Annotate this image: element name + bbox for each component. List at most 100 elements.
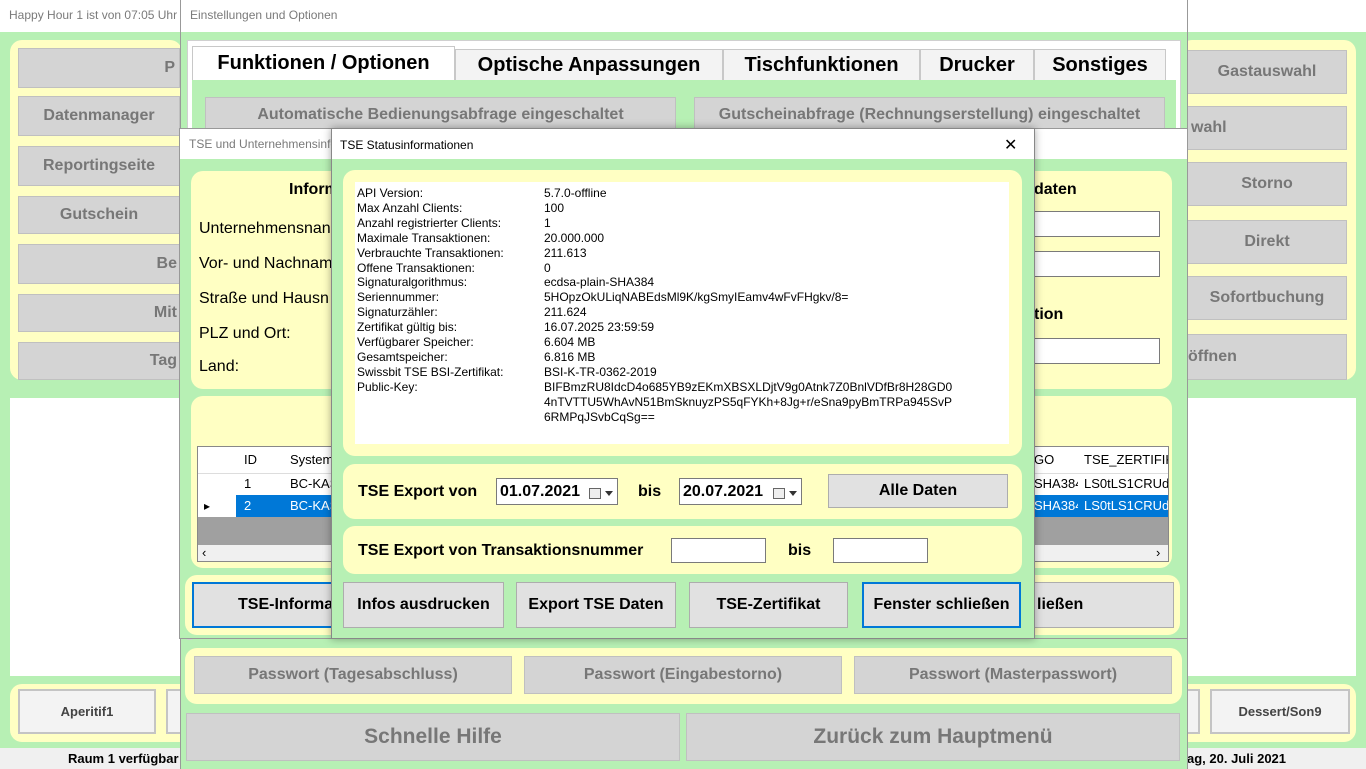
info-key: API Version:: [357, 186, 424, 200]
bis-label-2: bis: [788, 542, 812, 559]
sofortbuchung-button[interactable]: Sofortbuchung: [1187, 276, 1347, 320]
tab-funktionen-label: Funktionen / Optionen: [217, 52, 430, 74]
tse-status-title: TSE Statusinformationen: [340, 138, 474, 152]
company-close-label: ließen: [1037, 596, 1084, 613]
export-tx-label: TSE Export von Transaktionsnummer: [358, 542, 644, 559]
left-button-5[interactable]: Be: [18, 244, 180, 284]
company-field-2[interactable]: [1034, 251, 1160, 277]
label-land: Land:: [199, 358, 240, 375]
zurueck-hauptmenue-label: Zurück zum Hauptmenü: [813, 725, 1053, 748]
label-plz-ort: PLZ und Ort:: [199, 325, 291, 342]
info-value: 20.000.000: [544, 231, 605, 245]
right-button-2-label: wahl: [1191, 119, 1227, 136]
datenmanager-label: Datenmanager: [43, 107, 155, 124]
company-heading-right-1: daten: [1034, 181, 1077, 198]
calendar-icon: [773, 488, 785, 499]
chevron-down-icon: [605, 491, 613, 496]
tab-optische[interactable]: Optische Anpassungen: [455, 49, 723, 81]
oeffnen-button[interactable]: öffnen: [1187, 334, 1347, 380]
tse-informationen-button[interactable]: TSE-Informa: [192, 582, 342, 628]
row-1-system: BC-KAS: [290, 476, 332, 491]
tse-status-titlebar: TSE Statusinformationen ✕: [332, 129, 1034, 159]
passwort-tagesabschluss-button[interactable]: Passwort (Tagesabschluss): [194, 656, 512, 694]
alle-daten-button[interactable]: Alle Daten: [828, 474, 1008, 508]
tab-tischfunktionen-label: Tischfunktionen: [744, 54, 899, 76]
tab-funktionen[interactable]: Funktionen / Optionen: [192, 46, 455, 80]
label-name: Vor- und Nachnam: [199, 255, 333, 272]
label-strasse: Straße und Hausn: [199, 290, 329, 307]
tse-zertifikat-label: TSE-Zertifikat: [716, 596, 821, 613]
date-from-picker[interactable]: 01.07.2021: [496, 478, 618, 505]
storno-button[interactable]: Storno: [1187, 162, 1347, 206]
left-button-6[interactable]: Mit: [18, 294, 180, 332]
main-window-titlebar-right: [1187, 0, 1366, 32]
direkt-button[interactable]: Direkt: [1187, 220, 1347, 264]
passwort-master-label: Passwort (Masterpasswort): [908, 666, 1118, 683]
public-key-line-2: 4nTVTTU5WhAvN51BmSknuyzPS5qFYKh+8Jg+r/eS…: [544, 395, 952, 409]
info-value: 100: [544, 201, 565, 215]
infos-ausdrucken-button[interactable]: Infos ausdrucken: [343, 582, 504, 628]
tx-to-input[interactable]: [833, 538, 928, 563]
row-2-cert: LS0tLS1CRUdJ: [1084, 498, 1168, 513]
tse-zertifikat-button[interactable]: TSE-Zertifikat: [689, 582, 848, 628]
grid-header-go: GO: [1034, 452, 1055, 467]
aperitif-label: Aperitif1: [60, 704, 114, 719]
tx-from-input[interactable]: [671, 538, 766, 563]
info-value: 211.624: [544, 305, 587, 319]
tab-drucker[interactable]: Drucker: [920, 49, 1034, 81]
info-value: 0: [544, 261, 551, 275]
gutscheinabfrage-label: Gutscheinabfrage (Rechnungserstellung) e…: [718, 106, 1141, 123]
gutschein-button[interactable]: Gutschein: [18, 196, 180, 234]
grid-header-id: ID: [244, 452, 257, 467]
passwort-eingabestorno-label: Passwort (Eingabestorno): [583, 666, 783, 683]
fenster-schliessen-button[interactable]: Fenster schließen: [862, 582, 1021, 628]
left-button-1[interactable]: P: [18, 48, 180, 88]
storno-label: Storno: [1241, 175, 1293, 192]
info-key: Zertifikat gültig bis:: [357, 320, 458, 334]
calendar-icon: [589, 488, 601, 499]
company-close-button[interactable]: ließen: [1018, 582, 1174, 628]
infos-ausdrucken-label: Infos ausdrucken: [357, 596, 490, 613]
left-button-7-label: Tag: [149, 352, 177, 369]
passwort-eingabestorno-button[interactable]: Passwort (Eingabestorno): [524, 656, 842, 694]
dessert-label: Dessert/Son9: [1238, 704, 1322, 719]
settings-tabstrip: Funktionen / Optionen Optische Anpassung…: [192, 46, 1172, 81]
datenmanager-button[interactable]: Datenmanager: [18, 96, 180, 136]
tab-sonstiges-label: Sonstiges: [1052, 54, 1148, 76]
info-value: BIFBmzRU8IdcD4o685YB9zEKmXBSXLDjtV9g0Atn…: [544, 380, 953, 394]
direkt-label: Direkt: [1244, 233, 1290, 250]
aperitif-button[interactable]: Aperitif1: [18, 689, 156, 734]
schnelle-hilfe-button[interactable]: Schnelle Hilfe: [186, 713, 680, 761]
dessert-button[interactable]: Dessert/Son9: [1210, 689, 1350, 734]
info-key: Seriennummer:: [357, 290, 440, 304]
company-heading-right-2: tion: [1034, 306, 1064, 323]
left-button-7[interactable]: Tag: [18, 342, 180, 380]
tab-tischfunktionen[interactable]: Tischfunktionen: [723, 49, 920, 81]
passwort-tagesabschluss-label: Passwort (Tagesabschluss): [248, 666, 458, 683]
gastauswahl-button[interactable]: Gastauswahl: [1187, 50, 1347, 94]
gutschein-label: Gutschein: [59, 206, 139, 223]
passwort-master-button[interactable]: Passwort (Masterpasswort): [854, 656, 1172, 694]
scroll-right-icon[interactable]: ›: [1156, 546, 1160, 560]
row-1-id: 1: [244, 476, 252, 491]
grid-header-system: System: [290, 452, 332, 467]
fenster-schliessen-label: Fenster schließen: [873, 596, 1010, 613]
company-field-3[interactable]: [1034, 338, 1160, 364]
info-value: BSI-K-TR-0362-2019: [544, 365, 657, 379]
right-button-2[interactable]: wahl: [1187, 106, 1347, 150]
oeffnen-label: öffnen: [1188, 348, 1237, 365]
tab-sonstiges[interactable]: Sonstiges: [1034, 49, 1166, 81]
company-field-1[interactable]: [1034, 211, 1160, 237]
date-to-picker[interactable]: 20.07.2021: [679, 478, 802, 505]
export-von-label: TSE Export von: [358, 483, 478, 500]
scroll-left-icon[interactable]: ‹: [202, 546, 206, 560]
close-icon[interactable]: ✕: [1004, 135, 1017, 155]
schnelle-hilfe-label: Schnelle Hilfe: [364, 725, 502, 748]
info-value: ecdsa-plain-SHA384: [544, 275, 655, 289]
zurueck-hauptmenue-button[interactable]: Zurück zum Hauptmenü: [686, 713, 1180, 761]
export-tse-daten-button[interactable]: Export TSE Daten: [516, 582, 676, 628]
row-marker-icon: ▸: [204, 499, 211, 513]
info-value: 1: [544, 216, 551, 230]
info-value: 211.613: [544, 246, 587, 260]
reporting-button[interactable]: Reportingseite: [18, 146, 180, 186]
